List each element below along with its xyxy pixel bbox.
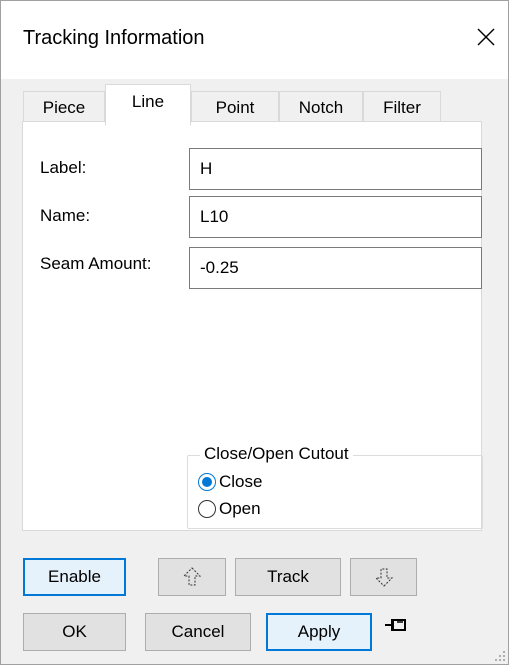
cancel-button[interactable]: Cancel xyxy=(145,613,251,651)
track-button[interactable]: Track xyxy=(235,558,341,596)
tab-filter[interactable]: Filter xyxy=(363,91,441,123)
radio-close-label: Close xyxy=(219,472,263,491)
label-field-label: Label: xyxy=(40,158,87,177)
radio-open[interactable]: Open xyxy=(198,499,261,519)
label-input[interactable] xyxy=(189,148,482,190)
ok-button[interactable]: OK xyxy=(23,613,126,651)
resize-grip-icon[interactable] xyxy=(494,650,506,662)
tab-piece[interactable]: Piece xyxy=(23,91,105,123)
radio-open-label: Open xyxy=(219,499,261,518)
tab-notch[interactable]: Notch xyxy=(279,91,363,123)
close-icon xyxy=(477,28,495,46)
name-input[interactable] xyxy=(189,196,482,238)
close-button[interactable] xyxy=(468,19,504,55)
title-bar: Tracking Information xyxy=(1,1,508,79)
previous-button[interactable] xyxy=(158,558,226,596)
line-tab-panel: Label: Name: Seam Amount: Close/Open Cut… xyxy=(22,121,483,531)
arrow-up-icon xyxy=(182,567,202,586)
tab-point[interactable]: Point xyxy=(191,91,279,123)
radio-close[interactable]: Close xyxy=(198,472,262,492)
arrow-down-icon xyxy=(374,568,393,587)
name-field-label: Name: xyxy=(40,206,91,225)
cutout-group-title: Close/Open Cutout xyxy=(200,444,353,464)
window-title: Tracking Information xyxy=(23,27,205,49)
tab-line[interactable]: Line xyxy=(105,84,191,126)
radio-open-indicator[interactable] xyxy=(198,500,216,518)
tracking-information-dialog: Tracking Information Piece Line Point No… xyxy=(0,0,509,665)
tab-strip: Piece Line Point Notch Filter xyxy=(1,79,508,126)
seam-amount-field-label: Seam Amount: xyxy=(40,254,152,273)
radio-close-indicator[interactable] xyxy=(198,473,216,491)
pin-icon[interactable] xyxy=(384,616,408,634)
enable-button[interactable]: Enable xyxy=(23,558,126,596)
seam-amount-input[interactable] xyxy=(189,247,482,289)
next-button[interactable] xyxy=(350,558,417,596)
close-open-cutout-group: Close/Open Cutout Close Open xyxy=(187,444,483,529)
apply-button[interactable]: Apply xyxy=(266,613,372,651)
